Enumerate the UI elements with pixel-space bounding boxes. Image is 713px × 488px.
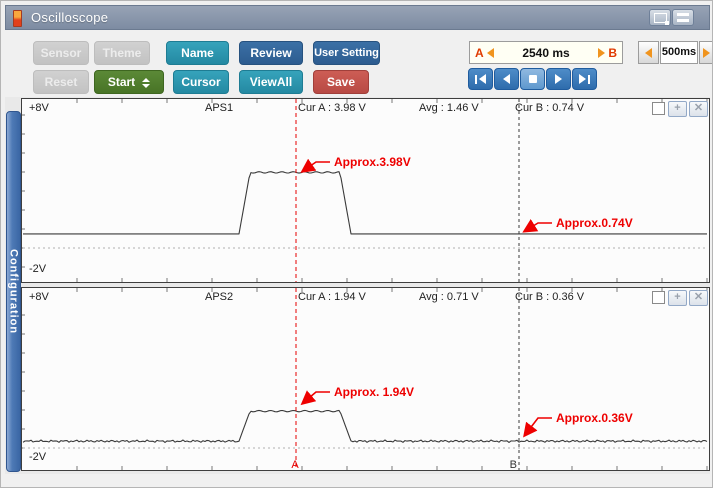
channel-close-button[interactable]: ✕ [689, 290, 708, 306]
channel-aps2-plot: Approx. 1.94V Approx.0.36V A B [22, 288, 708, 470]
skip-to-start-button[interactable] [468, 68, 493, 90]
start-button[interactable]: Start [94, 70, 164, 94]
annotation-b-text: Approx.0.36V [556, 411, 633, 425]
cursor-a-readout: Cur A : 3.98 V [298, 102, 366, 114]
annotation-a-text: Approx.3.98V [334, 155, 411, 169]
tick-marks [22, 99, 708, 282]
v-top-label: +8V [29, 102, 49, 114]
channel-checkbox[interactable] [652, 102, 665, 115]
start-spinner-icon [142, 77, 151, 88]
annotation-arrow-a [300, 390, 330, 406]
tick-marks [22, 288, 708, 470]
cursor-b-letter: B [608, 45, 617, 60]
cursor-b-readout: Cur B : 0.36 V [515, 291, 585, 303]
step-forward-button[interactable] [546, 68, 571, 90]
channel-aps1: Approx.3.98V Approx.0.74V +8V APS1 Cur A… [21, 98, 710, 283]
skip-to-start-icon [479, 74, 486, 84]
step-forward-icon [555, 74, 562, 84]
channel-name: APS2 [205, 291, 234, 303]
ab-range-box: A 2540 ms B [469, 41, 623, 64]
window-title: Oscilloscope [31, 10, 109, 25]
stop-button[interactable] [520, 68, 545, 90]
window-tile-button[interactable] [672, 9, 694, 26]
channel-aps1-plot: Approx.3.98V Approx.0.74V [22, 99, 708, 282]
scope-area: Configuration Approx.3.98V Approx.0.74V [5, 97, 710, 474]
annotation-arrow-b [522, 218, 552, 233]
tile-windows-icon [677, 13, 689, 16]
cursor-a-readout: Cur A : 1.94 V [298, 291, 366, 303]
skip-to-end-button[interactable] [572, 68, 597, 90]
app-logo-icon [13, 10, 22, 27]
window-restore-button[interactable] [649, 9, 671, 26]
cursor-b-bottom-label: B [510, 459, 517, 470]
oscilloscope-window: Oscilloscope Sensor Theme Name Review Us… [0, 0, 713, 488]
cursor-button[interactable]: Cursor [173, 70, 229, 94]
name-button[interactable]: Name [166, 41, 229, 65]
review-button[interactable]: Review [239, 41, 303, 65]
skip-to-end-icon [579, 74, 586, 84]
b-step-right-icon[interactable] [598, 47, 606, 58]
theme-button[interactable]: Theme [94, 41, 150, 65]
interval-decrease-button[interactable] [638, 41, 659, 64]
user-setting-button[interactable]: User Setting [313, 41, 380, 65]
window-restore-icon [654, 13, 669, 25]
reset-button[interactable]: Reset [33, 70, 89, 94]
annotation-a-text: Approx. 1.94V [334, 385, 414, 399]
annotation-arrow-a [300, 158, 330, 173]
channel-zoom-button[interactable]: + [668, 101, 687, 117]
channel-aps2: Approx. 1.94V Approx.0.36V A B +8V APS2 … [21, 287, 710, 471]
sensor-button[interactable]: Sensor [33, 41, 89, 65]
cursor-a-letter: A [475, 45, 484, 60]
save-button[interactable]: Save [313, 70, 369, 94]
configuration-tab-label: Configuration [7, 248, 20, 335]
avg-readout: Avg : 0.71 V [419, 291, 479, 303]
titlebar: Oscilloscope [5, 5, 710, 30]
v-top-label: +8V [29, 291, 49, 303]
cursor-b-readout: Cur B : 0.74 V [515, 102, 585, 114]
right-triangle-icon [702, 47, 710, 58]
avg-readout: Avg : 1.46 V [419, 102, 479, 114]
annotation-b-text: Approx.0.74V [556, 216, 633, 230]
cursor-a-bottom-label: A [291, 459, 299, 470]
v-bottom-label: -2V [29, 451, 47, 463]
channel-close-button[interactable]: ✕ [689, 101, 708, 117]
v-bottom-label: -2V [29, 263, 47, 275]
interval-value[interactable]: 500ms [660, 41, 698, 64]
annotation-arrow-b [523, 417, 552, 438]
interval-increase-button[interactable] [699, 41, 712, 64]
channel-name: APS1 [205, 102, 234, 114]
step-back-button[interactable] [494, 68, 519, 90]
ab-gap-value: 2540 ms [522, 45, 570, 60]
stop-icon [528, 75, 537, 83]
channel-checkbox[interactable] [652, 291, 665, 304]
step-back-icon [503, 74, 510, 84]
left-triangle-icon [645, 47, 652, 58]
channel-zoom-button[interactable]: + [668, 290, 687, 306]
a-step-left-icon[interactable] [486, 47, 494, 58]
configuration-tab[interactable]: Configuration [6, 111, 21, 472]
viewall-button[interactable]: ViewAll [239, 70, 303, 94]
